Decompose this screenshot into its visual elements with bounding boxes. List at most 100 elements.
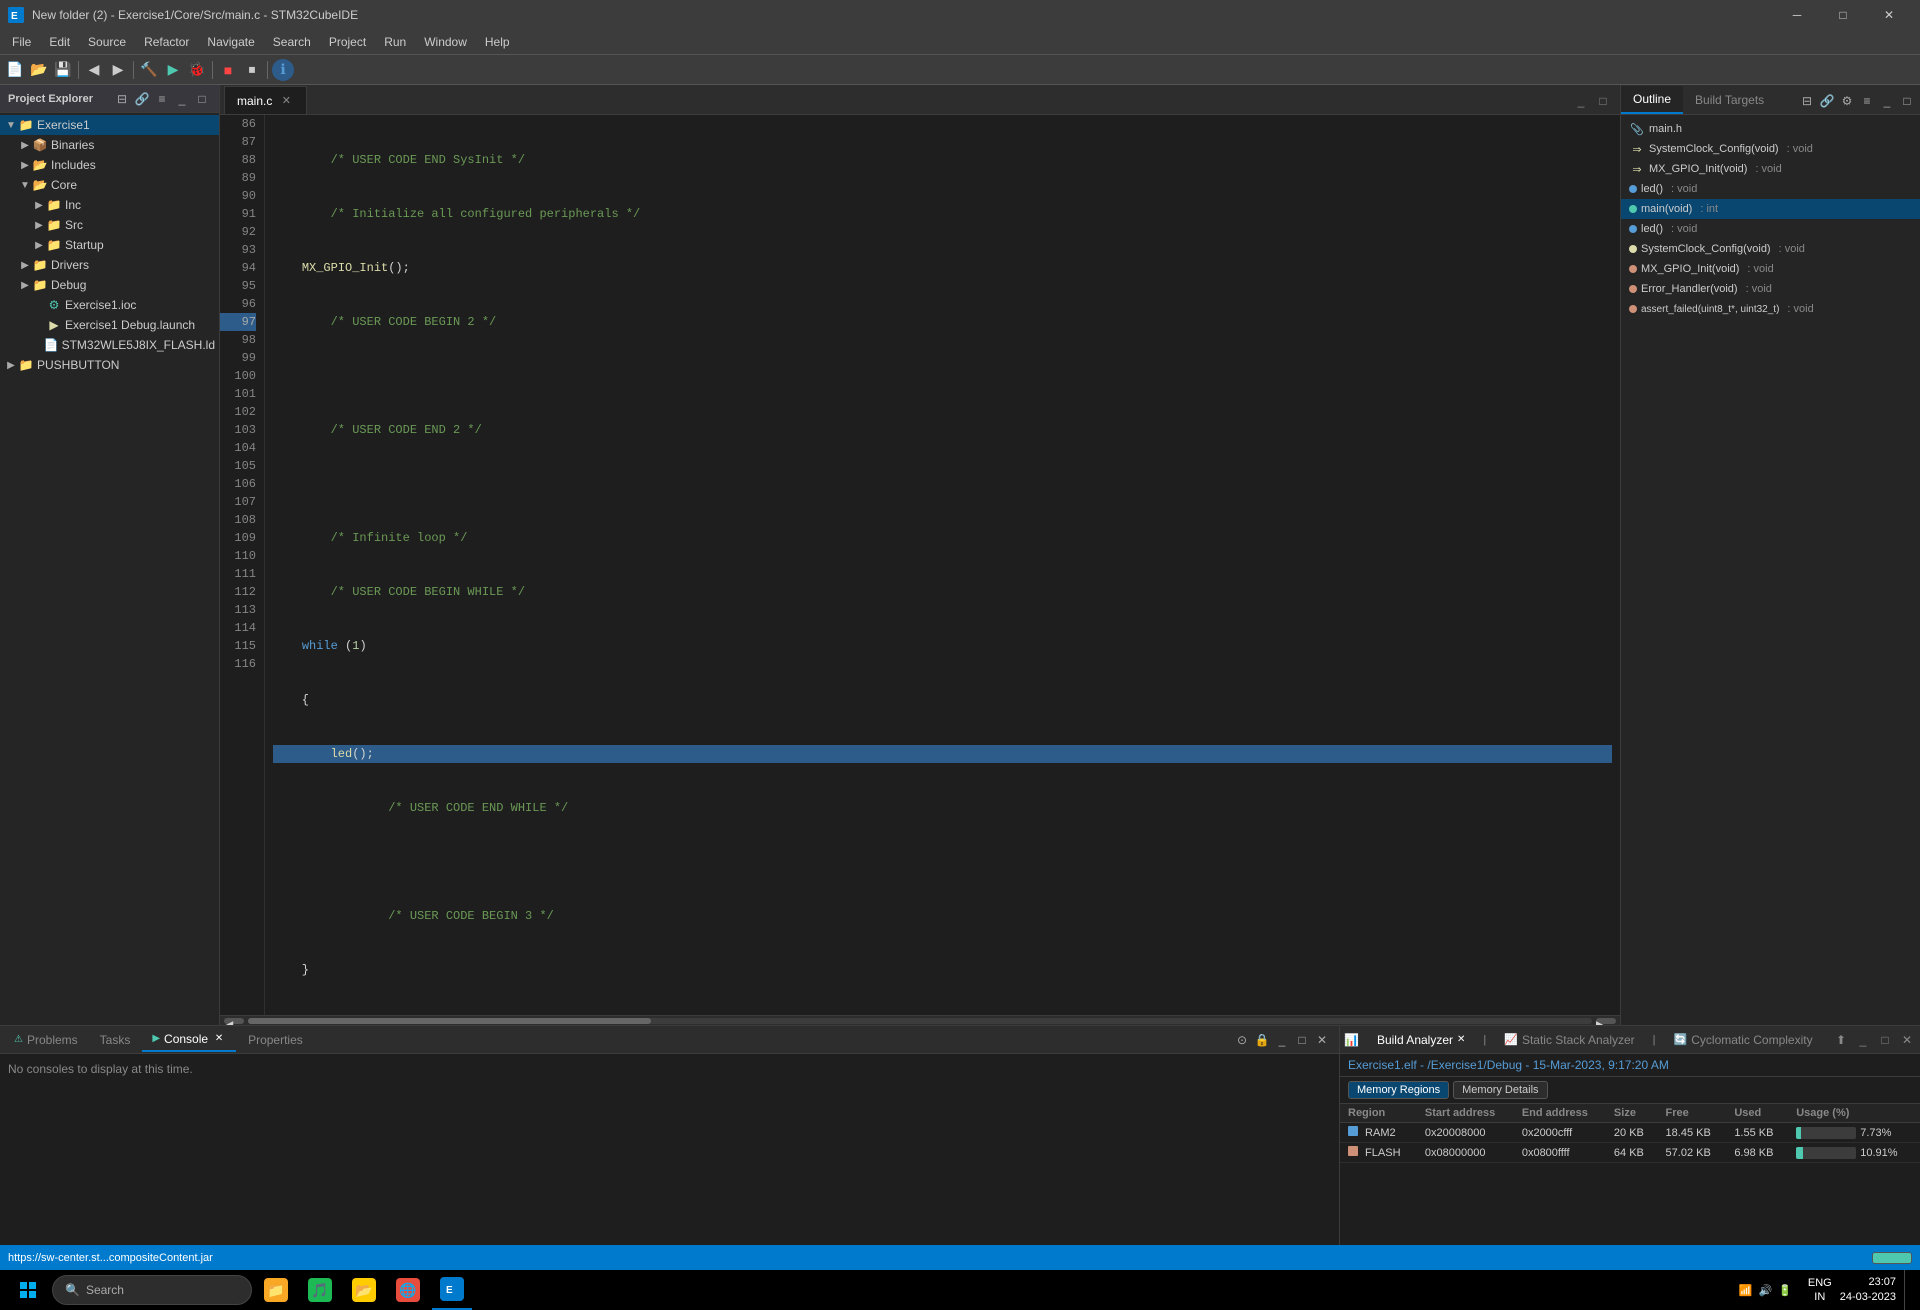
outline-item-led2[interactable]: led() : void — [1621, 219, 1920, 239]
outline-item-main-h[interactable]: 📎 main.h — [1621, 119, 1920, 139]
scroll-left-button[interactable]: ◀ — [224, 1018, 244, 1024]
horizontal-scrollbar[interactable] — [248, 1018, 1592, 1024]
tree-item-pushbutton[interactable]: ▶ 📁 PUSHBUTTON — [0, 355, 219, 375]
tree-item-core[interactable]: ▼ 📂 Core — [0, 175, 219, 195]
tree-item-launch[interactable]: ▶ ▶ Exercise1 Debug.launch — [0, 315, 219, 335]
scroll-right-button[interactable]: ▶ — [1596, 1018, 1616, 1024]
taskbar-app-ide[interactable]: E — [432, 1270, 472, 1310]
outline-item-led[interactable]: led() : void — [1621, 179, 1920, 199]
outline-settings-button[interactable]: ⚙ — [1838, 92, 1856, 110]
language-indicator[interactable]: ENG IN — [1808, 1276, 1832, 1305]
build-minimize-button[interactable]: _ — [1854, 1031, 1872, 1049]
build-export-button[interactable]: ⬆ — [1832, 1031, 1850, 1049]
tab-memory-regions[interactable]: Memory Regions — [1348, 1081, 1449, 1099]
outline-menu-button[interactable]: ≡ — [1858, 92, 1876, 110]
new-file-button[interactable]: 📄 — [4, 59, 26, 81]
tree-item-debug[interactable]: ▶ 📁 Debug — [0, 275, 219, 295]
tab-static-stack[interactable]: 📈 Static Stack Analyzer — [1494, 1028, 1644, 1052]
maximize-editor-button[interactable]: □ — [1594, 92, 1612, 110]
tree-item-drivers[interactable]: ▶ 📁 Drivers — [0, 255, 219, 275]
taskbar-app-browser[interactable]: 🌐 — [388, 1270, 428, 1310]
outline-item-mxgpio[interactable]: ⇒ MX_GPIO_Init(void) : void — [1621, 159, 1920, 179]
menu-help[interactable]: Help — [477, 33, 518, 51]
info-button[interactable]: ℹ — [272, 59, 294, 81]
collapse-all-button[interactable]: ⊟ — [113, 90, 131, 108]
battery-icon[interactable]: 🔋 — [1778, 1284, 1792, 1297]
console-open-button[interactable]: ⊙ — [1233, 1031, 1251, 1049]
taskbar-search[interactable]: 🔍 Search — [52, 1275, 252, 1305]
tab-tasks[interactable]: Tasks — [90, 1028, 141, 1052]
tree-item-ld[interactable]: ▶ 📄 STM32WLE5J8IX_FLASH.ld — [0, 335, 219, 355]
taskbar-app-fileexplorer[interactable]: 📁 — [256, 1270, 296, 1310]
build-analyzer-close-button[interactable]: ✕ — [1457, 1034, 1465, 1045]
tab-memory-details[interactable]: Memory Details — [1453, 1081, 1547, 1099]
outline-minimize-button[interactable]: _ — [1878, 92, 1896, 110]
show-desktop-button[interactable] — [1904, 1270, 1912, 1310]
menu-search[interactable]: Search — [265, 33, 319, 51]
outline-item-mxgpio2[interactable]: MX_GPIO_Init(void) : void — [1621, 259, 1920, 279]
menu-refactor[interactable]: Refactor — [136, 33, 197, 51]
menu-window[interactable]: Window — [416, 33, 475, 51]
tree-item-src[interactable]: ▶ 📁 Src — [0, 215, 219, 235]
console-close-x-button[interactable]: ✕ — [1313, 1031, 1331, 1049]
minimize-editor-button[interactable]: _ — [1572, 92, 1590, 110]
tree-item-inc[interactable]: ▶ 📁 Inc — [0, 195, 219, 215]
forward-button[interactable]: ▶ — [107, 59, 129, 81]
outline-item-systemclock2[interactable]: SystemClock_Config(void) : void — [1621, 239, 1920, 259]
sidebar-maximize-button[interactable]: □ — [193, 90, 211, 108]
sidebar-minimize-button[interactable]: _ — [173, 90, 191, 108]
build-maximize-button[interactable]: □ — [1876, 1031, 1894, 1049]
outline-item-systemclock[interactable]: ⇒ SystemClock_Config(void) : void — [1621, 139, 1920, 159]
outline-item-main[interactable]: main(void) : int — [1621, 199, 1920, 219]
tree-item-startup[interactable]: ▶ 📁 Startup — [0, 235, 219, 255]
network-icon[interactable]: 📶 — [1739, 1284, 1753, 1297]
menu-navigate[interactable]: Navigate — [199, 33, 262, 51]
outline-collapse-button[interactable]: ⊟ — [1798, 92, 1816, 110]
system-clock[interactable]: 23:07 24-03-2023 — [1840, 1275, 1896, 1306]
close-button[interactable]: ✕ — [1866, 0, 1912, 30]
outline-link-button[interactable]: 🔗 — [1818, 92, 1836, 110]
tab-properties[interactable]: Properties — [238, 1028, 313, 1052]
tree-item-exercise1[interactable]: ▼ 📁 Exercise1 — [0, 115, 219, 135]
minimize-button[interactable]: ─ — [1774, 0, 1820, 30]
tab-close-main-c[interactable]: ✕ — [278, 93, 294, 109]
tab-main-c[interactable]: main.c ✕ — [224, 86, 307, 114]
outline-item-error-handler[interactable]: Error_Handler(void) : void — [1621, 279, 1920, 299]
terminate-button[interactable]: ⏹ — [241, 59, 263, 81]
stop-button[interactable]: ■ — [217, 59, 239, 81]
outline-maximize-button[interactable]: □ — [1898, 92, 1916, 110]
console-lock-button[interactable]: 🔒 — [1253, 1031, 1271, 1049]
menu-edit[interactable]: Edit — [41, 33, 78, 51]
build-close-button[interactable]: ✕ — [1898, 1031, 1916, 1049]
taskbar-app-folder[interactable]: 📂 — [344, 1270, 384, 1310]
console-minimize-button[interactable]: _ — [1273, 1031, 1291, 1049]
tree-item-includes[interactable]: ▶ 📂 Includes — [0, 155, 219, 175]
save-button[interactable]: 💾 — [52, 59, 74, 81]
open-button[interactable]: 📂 — [28, 59, 50, 81]
tab-outline[interactable]: Outline — [1621, 86, 1683, 114]
console-close-button[interactable]: ✕ — [212, 1032, 226, 1046]
tree-item-ioc[interactable]: ▶ ⚙ Exercise1.ioc — [0, 295, 219, 315]
start-button[interactable] — [8, 1270, 48, 1310]
menu-source[interactable]: Source — [80, 33, 134, 51]
tab-problems[interactable]: ⚠ Problems — [4, 1028, 88, 1052]
taskbar-app-spotify[interactable]: 🎵 — [300, 1270, 340, 1310]
tab-build-targets[interactable]: Build Targets — [1683, 86, 1776, 114]
volume-icon[interactable]: 🔊 — [1758, 1284, 1772, 1297]
tab-console[interactable]: ▶ Console ✕ — [142, 1028, 236, 1052]
link-editor-button[interactable]: 🔗 — [133, 90, 151, 108]
tab-cyclomatic[interactable]: 🔄 Cyclomatic Complexity — [1664, 1028, 1823, 1052]
debug-button[interactable]: 🐞 — [186, 59, 208, 81]
console-maximize-button[interactable]: □ — [1293, 1031, 1311, 1049]
outline-item-assert-failed[interactable]: assert_failed(uint8_t*, uint32_t) : void — [1621, 299, 1920, 319]
code-editor[interactable]: 8687888990 9192939495 96979899100 101102… — [220, 115, 1620, 1015]
menu-file[interactable]: File — [4, 33, 39, 51]
menu-run[interactable]: Run — [376, 33, 414, 51]
code-text[interactable]: /* USER CODE END SysInit */ /* Initializ… — [265, 115, 1620, 1015]
build-button[interactable]: 🔨 — [138, 59, 160, 81]
run-button[interactable]: ▶ — [162, 59, 184, 81]
back-button[interactable]: ◀ — [83, 59, 105, 81]
menu-project[interactable]: Project — [321, 33, 374, 51]
maximize-button[interactable]: □ — [1820, 0, 1866, 30]
tree-item-binaries[interactable]: ▶ 📦 Binaries — [0, 135, 219, 155]
